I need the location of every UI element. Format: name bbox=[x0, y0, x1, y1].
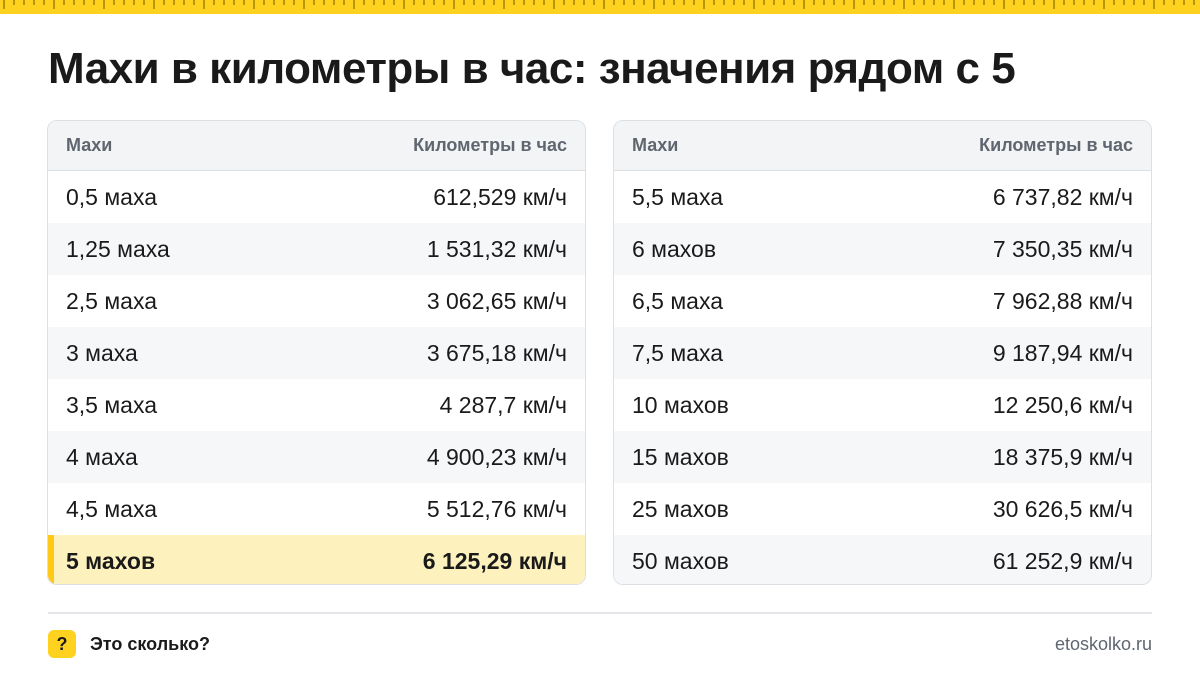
cell-kmh: 3 062,65 км/ч bbox=[426, 287, 567, 314]
cell-kmh: 30 626,5 км/ч bbox=[992, 495, 1133, 522]
cell-kmh: 12 250,6 км/ч bbox=[992, 391, 1133, 418]
table-row: 4 маха 4 900,23 км/ч bbox=[48, 431, 585, 483]
conversion-table-left: Махи Километры в час 0,5 маха 612,529 км… bbox=[47, 120, 586, 585]
cell-mach: 3,5 маха bbox=[66, 391, 158, 418]
brand-name: Это сколько? bbox=[90, 633, 210, 654]
conversion-table-right: Махи Километры в час 5,5 маха 6 737,82 к… bbox=[613, 120, 1152, 585]
cell-mach: 10 махов bbox=[632, 391, 729, 418]
cell-mach: 2,5 маха bbox=[66, 287, 158, 314]
cell-mach: 7,5 маха bbox=[632, 339, 724, 366]
cell-kmh: 7 962,88 км/ч bbox=[992, 287, 1133, 314]
table-row: 1,25 маха 1 531,32 км/ч bbox=[48, 223, 585, 275]
column-header-kmh: Километры в час bbox=[413, 135, 567, 155]
cell-kmh: 18 375,9 км/ч bbox=[992, 443, 1133, 470]
table-row: 4,5 маха 5 512,76 км/ч bbox=[48, 483, 585, 535]
cell-mach: 4 маха bbox=[66, 443, 138, 470]
cell-mach: 0,5 маха bbox=[66, 183, 158, 210]
table-row: 7,5 маха 9 187,94 км/ч bbox=[614, 327, 1151, 379]
table-row: 2,5 маха 3 062,65 км/ч bbox=[48, 275, 585, 327]
brand[interactable]: ? Это сколько? bbox=[48, 630, 210, 658]
column-header-kmh: Километры в час bbox=[979, 135, 1133, 155]
cell-kmh: 7 350,35 км/ч bbox=[992, 235, 1133, 262]
table-header: Махи Километры в час bbox=[48, 121, 585, 171]
cell-mach: 50 махов bbox=[632, 547, 729, 574]
ruler-strip bbox=[0, 0, 1200, 14]
cell-mach: 15 махов bbox=[632, 443, 729, 470]
cell-mach: 5 махов bbox=[66, 547, 156, 574]
cell-mach: 4,5 маха bbox=[66, 495, 158, 522]
site-url[interactable]: etoskolko.ru bbox=[1055, 634, 1152, 655]
cell-kmh: 4 900,23 км/ч bbox=[426, 443, 567, 470]
question-mark-logo-icon: ? bbox=[48, 630, 76, 658]
table-row: 3 маха 3 675,18 км/ч bbox=[48, 327, 585, 379]
cell-mach: 6 махов bbox=[632, 235, 717, 262]
table-header: Махи Километры в час bbox=[614, 121, 1151, 171]
table-row: 15 махов 18 375,9 км/ч bbox=[614, 431, 1151, 483]
cell-mach: 3 маха bbox=[66, 339, 138, 366]
table-row: 0,5 маха 612,529 км/ч bbox=[48, 171, 585, 223]
cell-kmh: 6 737,82 км/ч bbox=[992, 183, 1133, 210]
cell-kmh: 3 675,18 км/ч bbox=[426, 339, 567, 366]
table-row: 5,5 маха 6 737,82 км/ч bbox=[614, 171, 1151, 223]
cell-mach: 1,25 маха bbox=[66, 235, 170, 262]
table-row: 6,5 маха 7 962,88 км/ч bbox=[614, 275, 1151, 327]
cell-kmh: 61 252,9 км/ч bbox=[992, 547, 1133, 574]
table-row: 3,5 маха 4 287,7 км/ч bbox=[48, 379, 585, 431]
table-row: 50 махов 61 252,9 км/ч bbox=[614, 535, 1151, 584]
cell-kmh: 612,529 км/ч bbox=[433, 183, 567, 210]
table-row: 25 махов 30 626,5 км/ч bbox=[614, 483, 1151, 535]
cell-kmh: 4 287,7 км/ч bbox=[439, 391, 567, 418]
footer-divider bbox=[48, 612, 1152, 614]
cell-kmh: 1 531,32 км/ч bbox=[426, 235, 567, 262]
table-row: 10 махов 12 250,6 км/ч bbox=[614, 379, 1151, 431]
cell-kmh: 5 512,76 км/ч bbox=[426, 495, 567, 522]
cell-mach: 25 махов bbox=[632, 495, 729, 522]
cell-mach: 6,5 маха bbox=[632, 287, 724, 314]
cell-mach: 5,5 маха bbox=[632, 183, 724, 210]
page-title: Махи в километры в час: значения рядом с… bbox=[48, 44, 1016, 93]
cell-kmh: 6 125,29 км/ч bbox=[422, 547, 567, 574]
cell-kmh: 9 187,94 км/ч bbox=[992, 339, 1133, 366]
table-row-highlighted: 5 махов 6 125,29 км/ч bbox=[48, 535, 585, 584]
table-row: 6 махов 7 350,35 км/ч bbox=[614, 223, 1151, 275]
column-header-mach: Махи bbox=[632, 135, 679, 155]
column-header-mach: Махи bbox=[66, 135, 113, 155]
